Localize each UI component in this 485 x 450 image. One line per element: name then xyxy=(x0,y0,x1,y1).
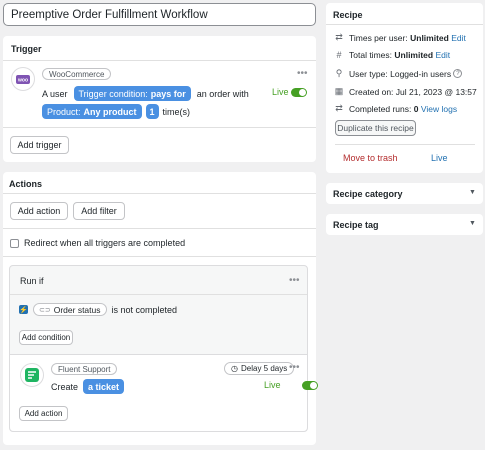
row-value: Logged-in users xyxy=(390,68,452,79)
divider xyxy=(3,228,316,229)
recipe-status-label: Live xyxy=(431,153,448,163)
recipe-row-completed-runs: ⇄ Completed runs: 0 View logs xyxy=(333,103,457,114)
row-value: Unlimited xyxy=(410,32,449,43)
trigger-sentence-line2: Product: Any product 1 time(s) xyxy=(42,104,190,119)
action-object-pill[interactable]: a ticket xyxy=(83,379,125,394)
row-label: Completed runs: xyxy=(349,103,412,114)
woocommerce-icon: woo xyxy=(11,67,35,91)
trigger-sentence: A user Trigger condition: pays for an ord… xyxy=(42,86,249,101)
add-action-button[interactable]: Add action xyxy=(10,202,68,220)
action-sentence: Create a ticket xyxy=(51,379,125,394)
edit-link[interactable]: Edit xyxy=(435,50,450,60)
run-if-heading: Run if xyxy=(20,276,44,286)
trigger-condition-label: Trigger condition: xyxy=(78,88,148,99)
actions-heading: Actions xyxy=(9,179,43,189)
trigger-product-pill[interactable]: Product: Any product xyxy=(42,104,142,119)
divider xyxy=(326,24,483,25)
delay-label: Delay 5 days xyxy=(240,364,288,373)
row-label: Total times: xyxy=(349,50,392,60)
add-condition-button[interactable]: Add condition xyxy=(19,330,73,345)
recipe-tag-heading: Recipe tag xyxy=(333,220,379,230)
token-icon: ⊂⊃ xyxy=(39,306,51,314)
trigger-heading: Trigger xyxy=(11,44,42,54)
recipe-title-input[interactable]: Preemptive Order Fulfillment Workflow xyxy=(3,3,316,26)
trigger-product-label: Product: xyxy=(47,106,81,117)
recipe-heading: Recipe xyxy=(333,10,363,20)
action-verb: Create xyxy=(51,381,79,392)
repeat-icon: ⇄ xyxy=(335,103,343,113)
row-label: Created on: xyxy=(349,86,394,97)
inner-add-action-button[interactable]: Add action xyxy=(19,406,68,421)
svg-text:woo: woo xyxy=(17,77,28,83)
hash-icon: # xyxy=(336,50,342,60)
row-value: 0 xyxy=(413,103,419,114)
fluent-support-icon xyxy=(20,363,44,387)
divider xyxy=(10,294,307,295)
condition-field-tag[interactable]: ⊂⊃ Order status xyxy=(33,303,107,316)
caret-down-icon[interactable]: ▼ xyxy=(469,189,476,196)
redirect-label: Redirect when all triggers are completed xyxy=(24,238,186,248)
trigger-suffix: time(s) xyxy=(162,106,191,117)
recipe-row-times-per-user: ⇄ Times per user: Unlimited Edit xyxy=(333,32,466,43)
row-value: Unlimited xyxy=(394,50,434,60)
redirect-checkbox-row[interactable]: Redirect when all triggers are completed xyxy=(10,238,185,248)
trigger-status-label: Live xyxy=(272,87,289,97)
edit-link[interactable]: Edit xyxy=(451,33,466,43)
trigger-middle: an order with xyxy=(196,88,249,99)
action-integration-tag: Fluent Support xyxy=(51,363,118,375)
trigger-integration-tag: WooCommerce xyxy=(42,68,112,80)
recipe-category-heading: Recipe category xyxy=(333,189,403,199)
delay-badge[interactable]: ◷ Delay 5 days xyxy=(224,362,295,375)
user-icon: ⚲ xyxy=(335,68,343,78)
calendar-icon: ▦ xyxy=(334,86,344,96)
action-status-label: Live xyxy=(264,380,281,390)
clock-icon: ◷ xyxy=(231,364,238,373)
condition-text: is not completed xyxy=(111,304,178,315)
move-to-trash-link[interactable]: Move to trash xyxy=(343,153,398,163)
action-more-icon[interactable]: ••• xyxy=(289,362,300,373)
duplicate-recipe-button[interactable]: Duplicate this recipe xyxy=(335,120,416,136)
caret-down-icon[interactable]: ▼ xyxy=(469,220,476,227)
run-if-more-icon[interactable]: ••• xyxy=(289,275,300,286)
recipe-row-user-type: ⚲ User type: Logged-in users ? xyxy=(333,68,463,79)
trigger-live-toggle[interactable] xyxy=(291,88,307,98)
divider xyxy=(3,256,316,257)
trigger-condition-pill[interactable]: Trigger condition: pays for xyxy=(73,86,191,101)
run-if-condition-row: ⚡ ⊂⊃ Order status is not completed xyxy=(19,303,177,316)
action-live-toggle[interactable] xyxy=(301,381,318,391)
bolt-icon: ⚡ xyxy=(19,305,28,314)
divider xyxy=(335,144,475,145)
divider xyxy=(3,127,316,128)
row-label: Times per user: xyxy=(349,32,408,43)
redirect-checkbox[interactable] xyxy=(10,238,19,248)
trigger-count-pill[interactable]: 1 xyxy=(145,104,159,119)
divider xyxy=(3,193,316,194)
add-filter-button[interactable]: Add filter xyxy=(73,202,125,220)
trigger-more-icon[interactable]: ••• xyxy=(297,68,308,79)
row-value: Jul 21, 2023 @ 13:57 xyxy=(395,86,477,97)
row-label: User type: xyxy=(349,68,388,79)
trigger-prefix: A user xyxy=(42,88,68,99)
trigger-product-value: Any product xyxy=(83,106,137,117)
repeat-icon: ⇄ xyxy=(335,32,343,42)
recipe-row-created-on: ▦ Created on: Jul 21, 2023 @ 13:57 xyxy=(333,86,477,97)
recipe-title-value: Preemptive Order Fulfillment Workflow xyxy=(11,8,208,21)
recipe-row-total-times: # Total times: Unlimited Edit xyxy=(333,50,450,60)
help-icon[interactable]: ? xyxy=(453,69,463,78)
condition-field-label: Order status xyxy=(53,304,101,315)
divider xyxy=(3,60,316,61)
view-logs-link[interactable]: View logs xyxy=(421,104,457,114)
trigger-condition-value: pays for xyxy=(150,88,186,99)
add-trigger-button[interactable]: Add trigger xyxy=(10,136,69,154)
